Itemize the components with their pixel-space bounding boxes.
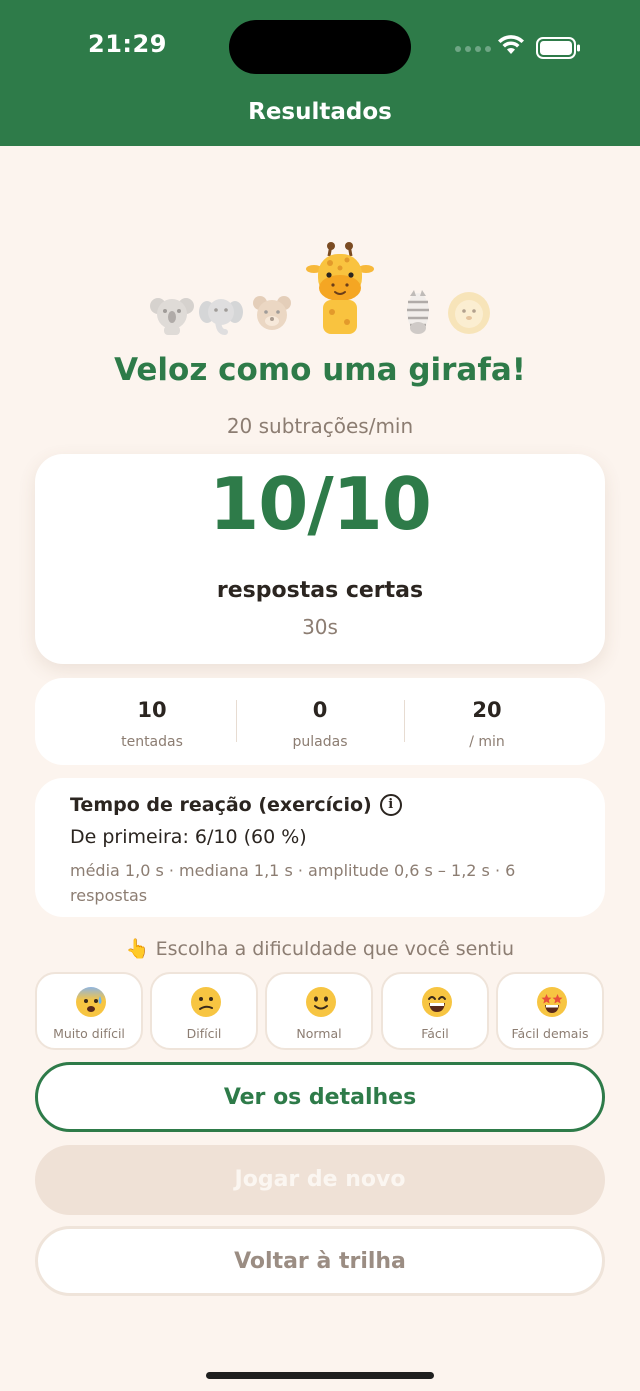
difficulty-label: Fácil: [421, 1026, 449, 1041]
difficulty-easy-button[interactable]: Fácil: [381, 972, 489, 1050]
stat-value: 10: [137, 698, 167, 722]
elephant-icon: [199, 299, 243, 335]
status-time: 21:29: [88, 30, 167, 58]
stat-label: puladas: [292, 734, 348, 750]
score-duration: 30s: [302, 615, 338, 639]
difficulty-label: Normal: [296, 1026, 342, 1041]
score-value: 10/10: [209, 462, 432, 546]
reaction-title: Tempo de reação (exercício): [70, 794, 372, 816]
reaction-first-try: De primeira: 6/10 (60 %): [70, 826, 307, 848]
zebra-icon: [407, 290, 429, 334]
star-struck-face-icon: [537, 987, 567, 1017]
header-bar: 21:29 Resultados: [0, 0, 640, 146]
home-indicator[interactable]: [206, 1372, 434, 1379]
score-card: 10/10 respostas certas 30s: [35, 454, 605, 664]
difficulty-normal-button[interactable]: Normal: [265, 972, 373, 1050]
info-icon[interactable]: i: [379, 794, 402, 816]
difficulty-label: Fácil demais: [511, 1026, 589, 1041]
grin-face-icon: [422, 987, 452, 1017]
slight-smile-face-icon: [306, 987, 336, 1017]
stat-label: / min: [469, 734, 505, 750]
lion-icon: [448, 292, 490, 334]
difficulty-options: Muito difícil Difícil Normal Fácil Fácil…: [35, 972, 605, 1050]
see-details-button[interactable]: Ver os detalhes: [35, 1062, 605, 1132]
signal-icon: [455, 46, 491, 52]
stat-attempted: 10 tentadas: [68, 678, 236, 765]
result-rate: 20 subtrações/min: [226, 414, 414, 438]
reaction-time-card: Tempo de reação (exercício) i De primeir…: [35, 778, 605, 917]
difficulty-label: Difícil: [186, 1026, 222, 1041]
giraffe-icon: [306, 242, 374, 334]
stat-value: 0: [312, 698, 328, 722]
difficulty-label: Muito difícil: [53, 1026, 125, 1041]
difficulty-very-hard-button[interactable]: Muito difícil: [35, 972, 143, 1050]
difficulty-too-easy-button[interactable]: Fácil demais: [496, 972, 604, 1050]
score-label: respostas certas: [216, 578, 424, 603]
koala-icon: [150, 298, 194, 335]
anxious-face-icon: [76, 987, 106, 1017]
animal-ranking: [0, 238, 640, 338]
stat-skipped: 0 puladas: [236, 678, 404, 765]
bear-icon: [253, 296, 291, 330]
back-to-trail-button[interactable]: Voltar à trilha: [35, 1226, 605, 1296]
reaction-title-row: Tempo de reação (exercício) i: [70, 794, 402, 816]
reaction-stats: média 1,0 s · mediana 1,1 s · amplitude …: [70, 861, 516, 905]
stat-label: tentadas: [121, 734, 183, 750]
difficulty-hard-button[interactable]: Difícil: [150, 972, 258, 1050]
stat-value: 20: [472, 698, 502, 722]
wifi-icon: [498, 35, 524, 54]
result-headline: Veloz como uma girafa!: [114, 352, 526, 388]
stats-card: 10 tentadas 0 puladas 20 / min: [35, 678, 605, 765]
play-again-button[interactable]: Jogar de novo: [35, 1145, 605, 1215]
dynamic-island: [229, 20, 411, 74]
confused-face-icon: [191, 987, 221, 1017]
stat-per-minute: 20 / min: [403, 678, 571, 765]
battery-icon: [536, 37, 580, 59]
page-title: Resultados: [248, 99, 392, 125]
difficulty-prompt: 👆 Escolha a dificuldade que você sentiu: [125, 938, 515, 960]
